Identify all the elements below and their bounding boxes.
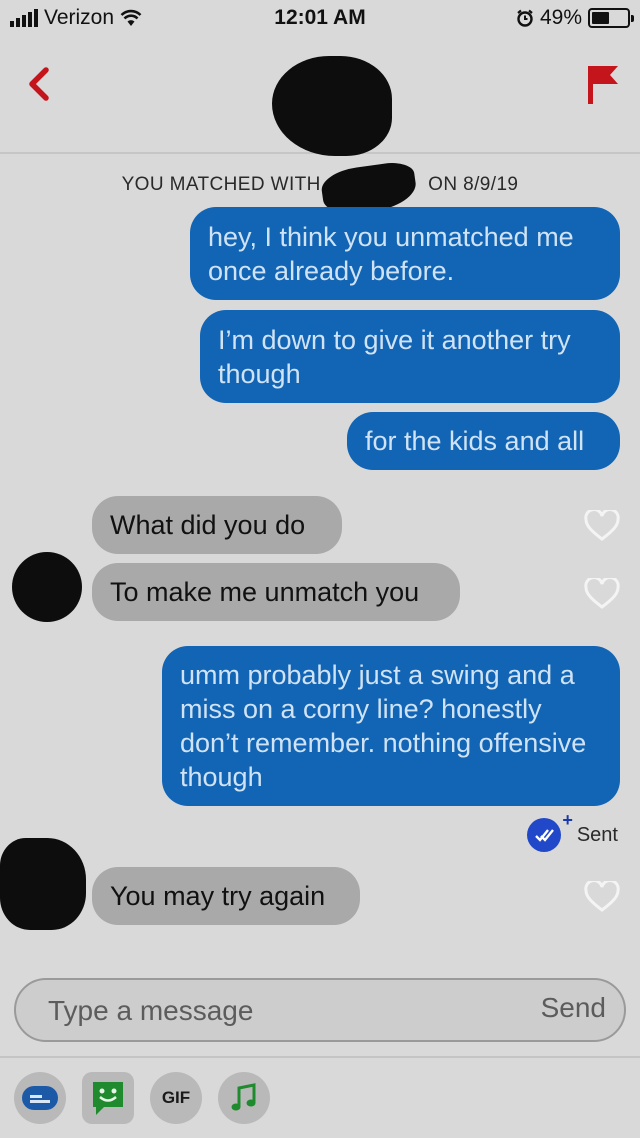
message-text: To make me unmatch you xyxy=(110,577,420,607)
gif-icon: GIF xyxy=(161,1088,191,1107)
attachment-toolbar: GIF xyxy=(0,1072,640,1128)
heart-icon[interactable] xyxy=(584,510,620,542)
match-avatar[interactable] xyxy=(272,56,392,156)
receipt-plus: + xyxy=(562,810,573,830)
message-incoming[interactable]: To make me unmatch you xyxy=(92,563,460,621)
conversation-header xyxy=(0,36,640,156)
status-bar: Verizon 12:01 AM 49% xyxy=(0,0,640,36)
battery-group: 49% xyxy=(516,6,634,30)
music-button[interactable] xyxy=(218,1072,270,1124)
gif-button[interactable]: GIF xyxy=(150,1072,202,1124)
divider xyxy=(0,1056,640,1058)
message-text: You may try again xyxy=(110,881,326,911)
sticker-button[interactable] xyxy=(14,1072,66,1124)
message-incoming[interactable]: What did you do xyxy=(92,496,342,554)
battery-icon xyxy=(588,8,634,28)
heart-icon[interactable] xyxy=(584,881,620,913)
message-text: What did you do xyxy=(110,510,306,540)
message-text: I’m down to give it another try though xyxy=(218,324,571,389)
message-composer: Send xyxy=(14,978,626,1042)
emoji-button[interactable] xyxy=(82,1072,134,1124)
match-banner: YOU MATCHED WITH ON 8/9/19 xyxy=(0,174,640,196)
match-banner-date: ON 8/9/19 xyxy=(428,174,519,195)
flag-icon[interactable] xyxy=(582,62,622,106)
sender-avatar[interactable] xyxy=(0,838,86,930)
message-input[interactable] xyxy=(48,990,488,1032)
message-incoming[interactable]: You may try again xyxy=(92,867,360,925)
message-text: for the kids and all xyxy=(365,426,585,456)
chevron-left-icon[interactable] xyxy=(20,64,60,104)
match-banner-prefix: YOU MATCHED WITH xyxy=(121,174,321,195)
heart-icon[interactable] xyxy=(584,578,620,610)
message-outgoing[interactable]: hey, I think you unmatched me once alrea… xyxy=(190,207,620,300)
message-text: umm probably just a swing and a miss on … xyxy=(180,660,587,792)
sent-label: Sent xyxy=(576,823,618,846)
read-receipt-icon: + xyxy=(526,810,573,852)
battery-percent: 49% xyxy=(539,6,582,29)
music-icon xyxy=(231,1083,256,1111)
emoji-icon xyxy=(93,1082,123,1115)
message-text: hey, I think you unmatched me once alrea… xyxy=(208,221,574,286)
alarm-icon xyxy=(517,9,533,27)
send-button[interactable]: Send xyxy=(541,992,606,1024)
sender-avatar[interactable] xyxy=(12,552,82,622)
message-outgoing[interactable]: for the kids and all xyxy=(347,412,620,470)
message-outgoing[interactable]: I’m down to give it another try though xyxy=(200,310,620,403)
sticker-icon xyxy=(22,1086,58,1110)
read-receipt: + Sent xyxy=(526,810,618,852)
message-outgoing[interactable]: umm probably just a swing and a miss on … xyxy=(162,646,620,806)
